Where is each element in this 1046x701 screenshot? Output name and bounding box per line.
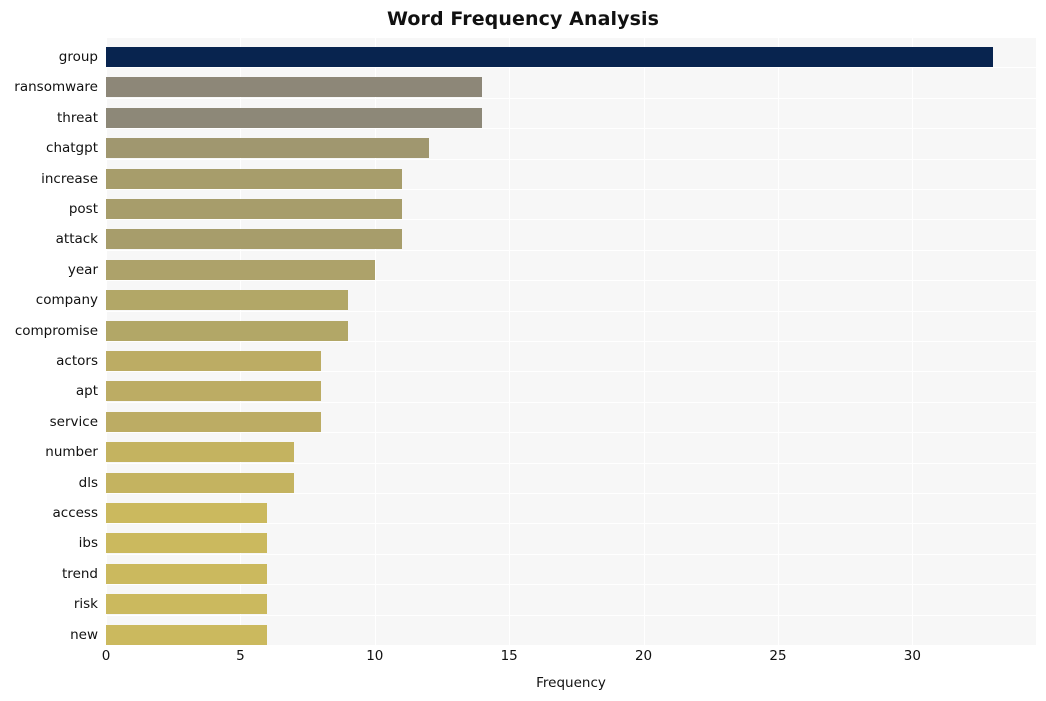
y-axis-tick-label: compromise <box>14 323 98 339</box>
bar-series <box>106 37 1036 645</box>
bar <box>106 503 267 523</box>
bar <box>106 351 321 371</box>
y-axis-tick-label: increase <box>41 171 98 187</box>
bar <box>106 108 482 128</box>
x-axis-tick-label: 0 <box>101 648 111 664</box>
y-axis-tick-label: new <box>70 627 98 643</box>
y-axis-tick-labels: group ransomware threat chatgpt increase post… <box>0 37 98 645</box>
x-axis-tick-labels: 0 5 10 15 20 25 30 <box>102 647 1036 669</box>
y-axis-tick-label: number <box>45 444 98 460</box>
bar <box>106 290 348 310</box>
bar <box>106 473 294 493</box>
x-axis-tick-label: 20 <box>634 648 653 664</box>
bar <box>106 625 267 645</box>
bar <box>106 442 294 462</box>
y-axis-tick-label: ibs <box>78 535 98 551</box>
bar <box>106 381 321 401</box>
y-axis-tick-label: attack <box>55 231 98 247</box>
word-frequency-chart: Word Frequency Analysis group ransomware t… <box>0 0 1046 701</box>
bar <box>106 77 482 97</box>
y-axis-tick-label: threat <box>57 110 98 126</box>
y-axis-tick-label: access <box>52 505 99 521</box>
x-axis-tick-label: 10 <box>366 648 384 664</box>
bar <box>106 138 429 158</box>
x-axis-tick-label: 30 <box>903 648 921 664</box>
y-axis-tick-label: company <box>35 292 98 308</box>
y-axis-tick-label: service <box>49 414 98 430</box>
bar <box>106 199 402 219</box>
y-axis-tick-label: year <box>67 262 98 278</box>
x-axis-title: Frequency <box>536 675 606 691</box>
bar <box>106 412 321 432</box>
x-axis-tick-label: 5 <box>236 648 245 664</box>
y-axis-tick-label: trend <box>62 566 98 582</box>
bar <box>106 594 267 614</box>
chart-title: Word Frequency Analysis <box>386 8 660 30</box>
y-axis-tick-label: risk <box>73 596 98 612</box>
bar <box>106 533 267 553</box>
plot-area <box>106 37 1036 646</box>
y-axis-tick-label: chatgpt <box>46 140 98 156</box>
y-axis-tick-label: group <box>58 49 98 65</box>
y-axis-tick-label: post <box>68 201 98 217</box>
y-axis-tick-label: actors <box>56 353 98 369</box>
y-axis-tick-label: dls <box>78 475 98 491</box>
y-axis-tick-label: apt <box>75 383 98 399</box>
bar <box>106 229 402 249</box>
bar <box>106 169 402 189</box>
bar <box>106 47 993 67</box>
bar <box>106 260 375 280</box>
bar <box>106 321 348 341</box>
bar <box>106 564 267 584</box>
y-axis-tick-label: ransomware <box>14 79 98 95</box>
x-axis-tick-label: 25 <box>769 648 787 664</box>
gridline-horizontal <box>106 645 1036 646</box>
x-axis-tick-label: 15 <box>500 648 518 664</box>
